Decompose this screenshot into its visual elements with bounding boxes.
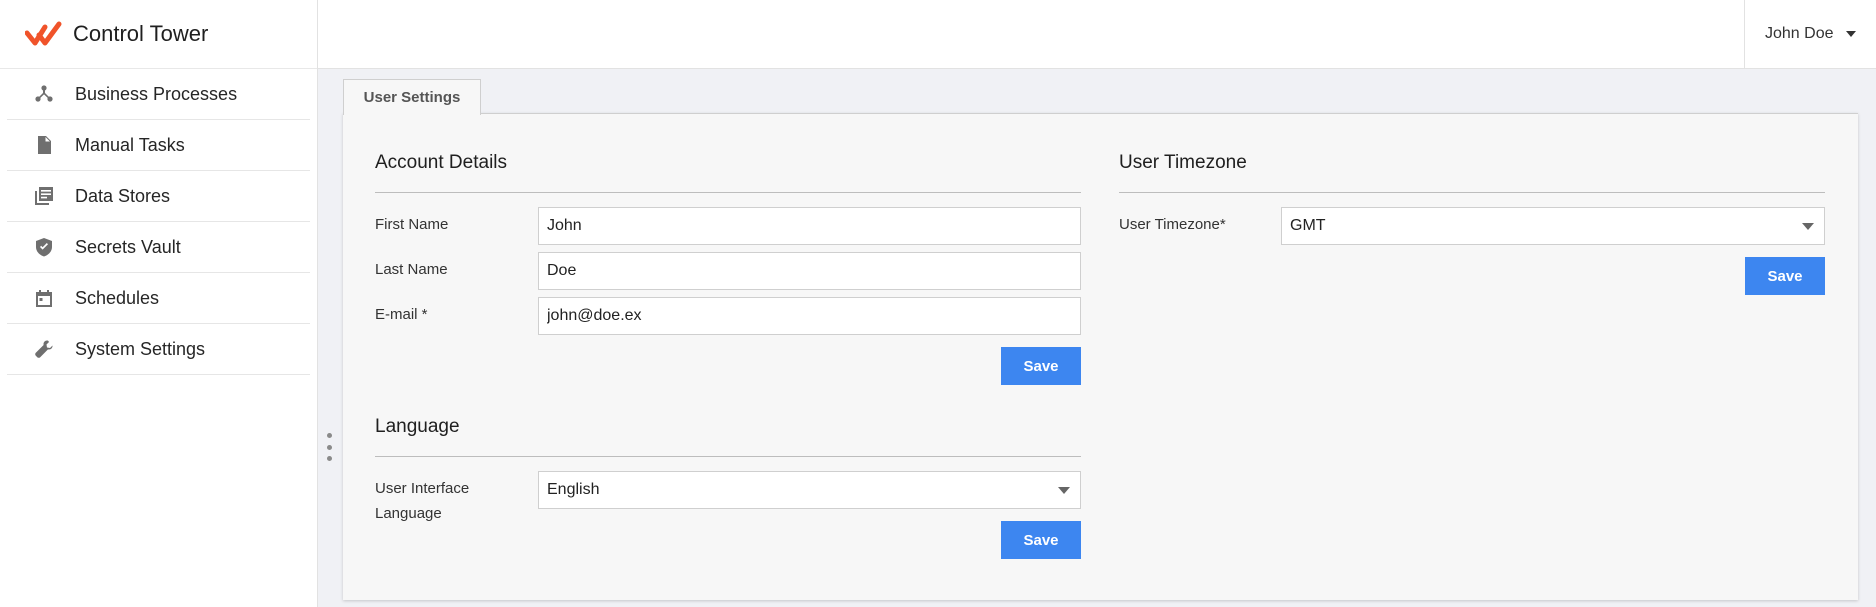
flow-icon — [33, 83, 55, 105]
caret-down-icon — [1058, 487, 1070, 494]
language-title: Language — [375, 416, 460, 437]
save-account-button[interactable]: Save — [1001, 347, 1081, 385]
wrench-icon — [33, 338, 55, 360]
shield-icon — [33, 236, 55, 258]
sidebar-nav: Business Processes Manual Tasks Data Sto… — [0, 69, 317, 375]
library-icon — [33, 185, 55, 207]
last-name-input[interactable] — [538, 252, 1081, 290]
brand[interactable]: Control Tower — [0, 0, 317, 69]
sidebar-resize-handle[interactable] — [325, 433, 333, 461]
account-divider — [375, 192, 1081, 193]
sidebar-item-data-stores[interactable]: Data Stores — [7, 171, 310, 222]
account-details-title: Account Details — [375, 152, 508, 173]
sidebar-item-label: Secrets Vault — [75, 236, 181, 257]
ui-language-label: User Interface Language — [375, 476, 469, 526]
first-name-label: First Name — [375, 216, 449, 233]
language-divider — [375, 456, 1081, 457]
dot-icon — [326, 444, 332, 450]
timezone-divider — [1119, 192, 1825, 193]
logo-icon — [25, 21, 62, 46]
ui-language-label-line1: User Interface — [375, 480, 470, 497]
sidebar-item-business-processes[interactable]: Business Processes — [7, 69, 310, 120]
document-icon — [33, 134, 55, 156]
user-settings-panel: Account Details First Name Last Name E-m… — [343, 113, 1858, 600]
sidebar: Control Tower Business Processes Manual … — [0, 0, 318, 607]
timezone-select[interactable]: GMT — [1281, 207, 1825, 245]
sidebar-item-label: Schedules — [75, 287, 160, 308]
top-bar: John Doe — [318, 0, 1876, 69]
sidebar-item-system-settings[interactable]: System Settings — [7, 324, 310, 375]
first-name-input[interactable] — [538, 207, 1081, 245]
user-menu[interactable]: John Doe — [1744, 0, 1876, 68]
calendar-icon — [33, 287, 55, 309]
sidebar-item-schedules[interactable]: Schedules — [7, 273, 310, 324]
save-language-button[interactable]: Save — [1001, 521, 1081, 559]
user-timezone-title: User Timezone — [1119, 152, 1247, 173]
user-timezone-label: User Timezone* — [1119, 216, 1226, 233]
tab-user-settings[interactable]: User Settings — [343, 79, 481, 115]
timezone-selected-value: GMT — [1290, 217, 1326, 234]
ui-language-label-line2: Language — [375, 505, 442, 522]
sidebar-item-label: Data Stores — [75, 185, 171, 206]
language-select[interactable]: English — [538, 471, 1081, 509]
save-timezone-button[interactable]: Save — [1745, 257, 1825, 295]
last-name-label: Last Name — [375, 261, 448, 278]
email-input[interactable] — [538, 297, 1081, 335]
email-label: E-mail * — [375, 306, 428, 323]
dot-icon — [326, 433, 332, 438]
sidebar-item-manual-tasks[interactable]: Manual Tasks — [7, 120, 310, 171]
dot-icon — [326, 456, 332, 461]
user-name: John Doe — [1765, 25, 1834, 42]
language-selected-value: English — [547, 481, 600, 498]
sidebar-item-label: Manual Tasks — [75, 134, 185, 155]
caret-down-icon — [1845, 31, 1856, 37]
app-title: Control Tower — [73, 21, 209, 46]
sidebar-item-label: System Settings — [75, 338, 206, 359]
sidebar-item-label: Business Processes — [75, 83, 238, 104]
caret-down-icon — [1802, 223, 1814, 230]
sidebar-item-secrets-vault[interactable]: Secrets Vault — [7, 222, 310, 273]
